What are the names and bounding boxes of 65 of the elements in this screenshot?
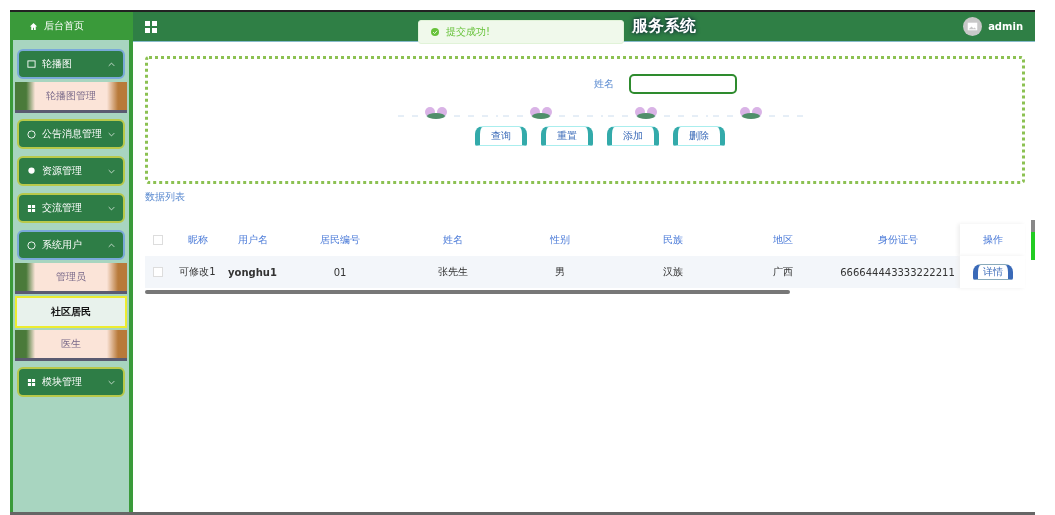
chevron-icon — [108, 242, 115, 248]
submenu-item[interactable]: 轮播图管理 — [15, 82, 127, 113]
menu-label: 模块管理 — [42, 375, 83, 389]
table-cell-text: 01 — [332, 266, 348, 278]
scrollbar-thumb[interactable] — [145, 290, 790, 294]
list-title: 数据列表 — [145, 190, 186, 204]
submenu-item[interactable]: 管理员 — [15, 263, 127, 294]
user-name[interactable]: admin — [988, 21, 1023, 32]
menu-icon — [27, 166, 36, 176]
column-header: 地区 — [771, 233, 794, 247]
column-header: 操作 — [960, 224, 1025, 256]
field-label: 姓名 — [593, 77, 614, 91]
menu-label: 交流管理 — [42, 201, 83, 215]
menu-icon — [27, 129, 36, 139]
menu-label: 系统用户 — [42, 238, 83, 252]
menu-icon — [27, 377, 36, 387]
submenu-item[interactable]: 社区居民 — [15, 296, 127, 328]
column-header: 身份证号 — [876, 233, 919, 247]
home-icon — [29, 21, 38, 31]
column-header: 昵称 — [186, 233, 209, 247]
column-header: 民族 — [661, 233, 684, 247]
chevron-icon — [108, 205, 115, 211]
menu-group[interactable]: 模块管理 — [17, 367, 125, 397]
table-cell-text: 张先生 — [436, 265, 469, 279]
menu-label: 资源管理 — [42, 164, 83, 178]
menu-label: 轮播图 — [42, 57, 73, 71]
checkbox[interactable] — [152, 235, 163, 245]
grid-menu-icon[interactable] — [145, 20, 157, 33]
menu-group[interactable]: 系统用户 — [17, 230, 125, 260]
ribbon-button[interactable]: 添加 — [607, 126, 659, 146]
chevron-icon — [108, 61, 115, 67]
table-cell-text: 可修改1 — [178, 265, 217, 279]
column-header: 用户名 — [236, 233, 269, 247]
menu-icon — [27, 59, 36, 69]
home-link[interactable]: 后台首页 — [44, 19, 84, 33]
toast-message: 提交成功! — [446, 25, 490, 39]
chevron-icon — [108, 168, 115, 174]
avatar-icon[interactable] — [963, 17, 983, 36]
ribbon-button[interactable]: 查询 — [475, 126, 527, 146]
column-header: 居民编号 — [319, 233, 361, 247]
table-cell-text: 汉族 — [661, 265, 684, 279]
menu-group[interactable]: 交流管理 — [17, 193, 125, 223]
ribbon-button[interactable]: 重置 — [541, 126, 593, 146]
menu-label: 公告消息管理 — [42, 127, 102, 141]
name-input-field[interactable] — [628, 74, 737, 94]
menu-group[interactable]: 资源管理 — [17, 156, 125, 186]
menu-group[interactable]: 轮播图 — [17, 49, 125, 79]
chevron-icon — [108, 131, 115, 137]
ribbon-button[interactable]: 删除 — [673, 126, 725, 146]
table-cell-text: yonghu1 — [227, 266, 278, 278]
checkbox[interactable] — [152, 267, 163, 277]
table-cell-text: 男 — [554, 265, 566, 279]
system-title: 服务系统 — [632, 16, 696, 37]
submenu-item[interactable]: 医生 — [15, 330, 127, 361]
menu-icon — [27, 203, 36, 213]
chevron-icon — [108, 379, 115, 385]
menu-group[interactable]: 公告消息管理 — [17, 119, 125, 149]
column-header: 姓名 — [441, 233, 464, 247]
success-icon — [431, 28, 439, 36]
menu-icon — [27, 240, 36, 250]
table-cell-text: 666644443333222211 — [839, 266, 956, 278]
table-cell-text: 广西 — [771, 265, 794, 279]
scrollbar-thumb[interactable] — [1031, 220, 1035, 260]
column-header: 性别 — [549, 233, 571, 247]
details-button[interactable]: 详情 — [972, 264, 1013, 280]
